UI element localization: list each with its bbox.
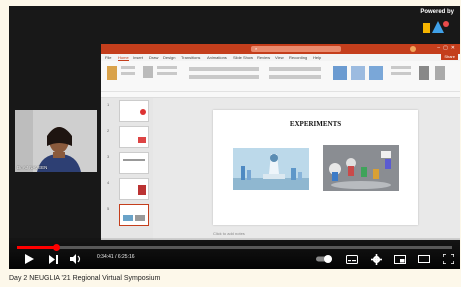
tab-draw[interactable]: Draw <box>149 55 158 60</box>
paragraph-controls[interactable] <box>269 67 321 71</box>
mute-button[interactable] <box>69 253 83 265</box>
ribbon-control[interactable] <box>157 66 177 69</box>
ribbon-control[interactable] <box>391 66 411 69</box>
tab-slide-show[interactable]: Slide Show <box>233 55 253 60</box>
arrange-icon[interactable] <box>351 66 365 80</box>
page: Powered by ⌕ –▢✕ File Home Insert Draw D… <box>0 0 461 287</box>
font-controls[interactable] <box>189 67 259 71</box>
theater-icon <box>418 255 430 263</box>
miniplayer-icon <box>394 254 406 264</box>
thumb-number: 4 <box>107 180 110 185</box>
tab-review[interactable]: Review <box>257 55 270 60</box>
powerpoint-window: ⌕ –▢✕ File Home Insert Draw Design Trans… <box>101 44 460 240</box>
tab-transitions[interactable]: Transitions <box>181 55 200 60</box>
gear-icon <box>370 253 382 265</box>
total-time: 6:25:16 <box>117 254 135 260</box>
quick-styles-icon[interactable] <box>369 66 383 80</box>
fullscreen-button[interactable] <box>441 253 455 265</box>
webcam-feed: Dr AJ NAVEEN <box>15 110 97 172</box>
video-title[interactable]: Day 2 NEUGLIA '21 Regional Virtual Sympo… <box>9 275 160 282</box>
tab-view[interactable]: View <box>275 55 284 60</box>
ribbon-control[interactable] <box>121 72 135 75</box>
slide-thumbnail[interactable] <box>119 178 149 200</box>
ppt-ribbon <box>101 61 460 98</box>
avatar[interactable] <box>410 46 416 52</box>
tab-design[interactable]: Design <box>163 55 175 60</box>
sponsor-logo-icon <box>423 21 449 33</box>
theater-mode-button[interactable] <box>417 253 431 265</box>
slide-thumbnails-pane: 1 2 3 4 5 <box>101 98 153 240</box>
next-button[interactable] <box>47 253 59 265</box>
progress-bar[interactable] <box>17 244 452 251</box>
current-slide[interactable]: EXPERIMENTS <box>213 110 418 225</box>
tab-help[interactable]: Help <box>313 55 321 60</box>
progress-played <box>17 246 57 249</box>
miniplayer-button[interactable] <box>393 253 407 265</box>
thumb-number: 1 <box>107 102 110 107</box>
play-button[interactable] <box>23 253 35 265</box>
new-slide-icon[interactable] <box>143 66 153 78</box>
powered-by-label: Powered by <box>420 9 454 15</box>
tab-file[interactable]: File <box>105 55 111 60</box>
ribbon-divider <box>101 91 460 92</box>
shapes-icon[interactable] <box>333 66 347 80</box>
microscope-photo <box>233 148 309 190</box>
ribbon-control[interactable] <box>121 66 135 69</box>
subtitles-button[interactable] <box>345 253 359 265</box>
video-frame[interactable]: Powered by ⌕ –▢✕ File Home Insert Draw D… <box>9 6 460 269</box>
speaker-video <box>15 110 97 172</box>
fullscreen-icon <box>442 254 454 264</box>
ribbon-control[interactable] <box>391 72 411 75</box>
scrubber-handle[interactable] <box>52 244 60 251</box>
slide-editing-area: EXPERIMENTS Click to add notes <box>153 98 460 240</box>
tab-recording[interactable]: Recording <box>289 55 307 60</box>
share-button[interactable]: Share <box>441 54 458 60</box>
slide-title[interactable]: EXPERIMENTS <box>213 120 418 128</box>
thumb-number: 3 <box>107 154 110 159</box>
slide-thumbnail-selected[interactable] <box>119 204 149 226</box>
slide-thumbnail[interactable] <box>119 126 149 148</box>
ribbon-control[interactable] <box>157 72 177 75</box>
research-people-illustration <box>323 145 399 191</box>
designer-icon[interactable] <box>435 66 445 80</box>
slide-thumbnail[interactable] <box>119 100 149 122</box>
next-icon <box>48 254 58 264</box>
ppt-ribbon-tabs: File Home Insert Draw Design Transitions… <box>101 54 460 61</box>
ppt-search-box[interactable]: ⌕ <box>251 46 341 52</box>
window-controls[interactable]: –▢✕ <box>437 45 458 51</box>
font-format-controls[interactable] <box>189 75 259 79</box>
subtitles-icon <box>346 254 358 264</box>
tab-insert[interactable]: Insert <box>133 55 143 60</box>
paragraph-align-controls[interactable] <box>269 75 321 79</box>
speaker-name: Dr AJ NAVEEN <box>17 165 48 170</box>
ppt-titlebar: ⌕ –▢✕ <box>101 44 460 54</box>
video-player[interactable]: Powered by ⌕ –▢✕ File Home Insert Draw D… <box>9 6 460 269</box>
player-controls: 0:34:41 / 6:25:16 <box>9 238 460 269</box>
paste-icon[interactable] <box>107 66 117 80</box>
settings-button[interactable] <box>369 253 383 265</box>
notes-placeholder[interactable]: Click to add notes <box>213 231 245 236</box>
volume-icon <box>70 254 81 264</box>
slide-thumbnail[interactable] <box>119 152 149 174</box>
thumb-number: 2 <box>107 128 110 133</box>
time-display: 0:34:41 / 6:25:16 <box>97 254 135 260</box>
autoplay-toggle[interactable] <box>315 253 335 265</box>
play-icon <box>24 254 34 264</box>
thumb-number: 5 <box>107 206 110 211</box>
current-time: 0:34:41 <box>97 254 114 260</box>
autoplay-toggle-icon <box>316 255 332 263</box>
dictate-icon[interactable] <box>419 66 429 80</box>
tab-animations[interactable]: Animations <box>207 55 227 60</box>
